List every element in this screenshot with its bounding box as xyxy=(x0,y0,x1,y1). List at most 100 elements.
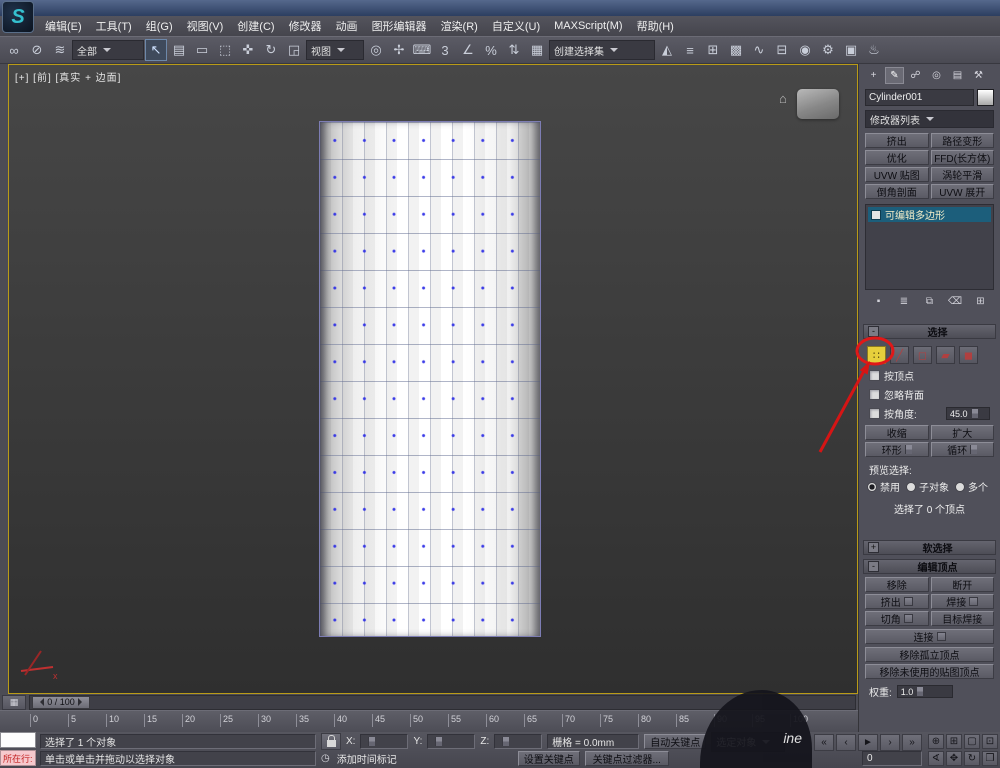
named-selection-set-dropdown[interactable]: 创建选择集 xyxy=(549,40,655,60)
snap-3d-icon[interactable]: 3 xyxy=(434,39,456,61)
pan-icon[interactable]: ✥ xyxy=(946,751,962,766)
menu-item[interactable]: 组(G) xyxy=(139,16,180,36)
remove-isolated-vertices-button[interactable]: 移除孤立顶点 xyxy=(865,647,994,662)
preview-multiple-radio[interactable]: 多个 xyxy=(955,479,988,494)
select-object-icon[interactable]: ↖ xyxy=(145,39,167,61)
x-coordinate-field[interactable] xyxy=(360,734,409,749)
select-and-manipulate-icon[interactable]: ✢ xyxy=(388,39,410,61)
menu-item[interactable]: 工具(T) xyxy=(89,16,139,36)
select-and-rotate-icon[interactable]: ↻ xyxy=(260,39,282,61)
weld-button[interactable]: 焊接 xyxy=(930,594,994,609)
border-subobject-icon[interactable]: ◻ xyxy=(913,346,932,364)
schematic-view-icon[interactable]: ⊟ xyxy=(771,39,793,61)
use-pivot-center-icon[interactable]: ◎ xyxy=(365,39,387,61)
selection-rollout-header[interactable]: - 选择 xyxy=(863,324,996,339)
ignore-backfacing-checkbox[interactable] xyxy=(869,389,880,400)
element-subobject-icon[interactable]: ◼ xyxy=(959,346,978,364)
stack-visibility-icon[interactable] xyxy=(871,209,881,220)
collapse-icon[interactable]: - xyxy=(868,561,879,572)
mirror-icon[interactable]: ◭ xyxy=(656,39,678,61)
motion-tab[interactable]: ◎ xyxy=(927,67,946,84)
selection-lock-toggle[interactable] xyxy=(321,733,341,750)
select-and-move-icon[interactable]: ✜ xyxy=(237,39,259,61)
app-logo-icon[interactable]: S xyxy=(2,1,34,33)
reference-coordinate-dropdown[interactable]: 视图 xyxy=(306,40,364,60)
chamfer-button[interactable]: 切角 xyxy=(865,611,929,626)
remove-button[interactable]: 移除 xyxy=(865,577,929,592)
uvw-unwrap-button[interactable]: UVW 展开 xyxy=(930,184,994,199)
zoom-extents-icon[interactable]: ▢ xyxy=(964,734,980,749)
maximize-viewport-icon[interactable]: ❒ xyxy=(982,751,998,766)
key-filters-button[interactable]: 关键点过滤器... xyxy=(584,751,669,766)
orbit-icon[interactable]: ↻ xyxy=(964,751,980,766)
keyboard-override-icon[interactable]: ⌨ xyxy=(411,39,433,61)
expand-icon[interactable]: + xyxy=(868,542,879,553)
edit-vertices-rollout-header[interactable]: - 编辑顶点 xyxy=(863,559,996,574)
stack-item-editable-poly[interactable]: 可编辑多边形 xyxy=(868,207,991,222)
current-frame-field[interactable]: 0 xyxy=(862,751,922,766)
menu-item[interactable]: 编辑(E) xyxy=(38,16,89,36)
unlink-selection-icon[interactable]: ⊘ xyxy=(26,39,48,61)
zoom-region-icon[interactable]: ⊡ xyxy=(982,734,998,749)
preview-disable-radio[interactable]: 禁用 xyxy=(867,479,900,494)
shrink-button[interactable]: 收缩 xyxy=(865,425,929,440)
listener-line[interactable] xyxy=(0,732,36,748)
grow-button[interactable]: 扩大 xyxy=(930,425,994,440)
set-key-button[interactable]: 设置关键点 xyxy=(517,751,580,766)
add-time-tag[interactable]: 添加时间标记 xyxy=(337,751,397,766)
weight-spinner[interactable]: 1.0 xyxy=(896,685,953,698)
menu-item[interactable]: 自定义(U) xyxy=(485,16,547,36)
angle-snap-icon[interactable]: ∠ xyxy=(457,39,479,61)
window-crossing-icon[interactable]: ⬚ xyxy=(214,39,236,61)
turbosmooth-button[interactable]: 涡轮平滑 xyxy=(930,167,994,182)
vertex-subobject-icon[interactable]: ∷ xyxy=(867,346,886,364)
menu-item[interactable]: 渲染(R) xyxy=(434,16,485,36)
auto-key-button[interactable]: 自动关键点 xyxy=(644,734,707,749)
optimize-button[interactable]: 优化 xyxy=(865,150,929,165)
rectangular-region-icon[interactable]: ▭ xyxy=(191,39,213,61)
graphite-ribbon-icon[interactable]: ▩ xyxy=(725,39,747,61)
loop-button[interactable]: 循环 xyxy=(930,442,994,457)
soft-selection-rollout-header[interactable]: + 软选择 xyxy=(863,540,996,555)
rendered-frame-icon[interactable]: ▣ xyxy=(840,39,862,61)
collapse-icon[interactable]: - xyxy=(868,326,879,337)
select-by-name-icon[interactable]: ▤ xyxy=(168,39,190,61)
menu-item[interactable]: 帮助(H) xyxy=(630,16,681,36)
material-editor-icon[interactable]: ◉ xyxy=(794,39,816,61)
menu-item[interactable]: 视图(V) xyxy=(180,16,231,36)
extrude-modifier-button[interactable]: 挤出 xyxy=(865,133,929,148)
pin-stack-icon[interactable]: ▪ xyxy=(871,295,886,308)
curve-editor-icon[interactable]: ∿ xyxy=(748,39,770,61)
hierarchy-tab[interactable]: ☍ xyxy=(906,67,925,84)
menu-item[interactable]: MAXScript(M) xyxy=(547,18,629,34)
by-angle-checkbox[interactable] xyxy=(869,408,880,419)
go-to-start-icon[interactable]: « xyxy=(814,734,834,751)
menu-item[interactable]: 图形编辑器 xyxy=(365,16,434,36)
polygon-subobject-icon[interactable]: ▰ xyxy=(936,346,955,364)
go-to-end-icon[interactable]: » xyxy=(902,734,922,751)
edge-subobject-icon[interactable]: ╱ xyxy=(890,346,909,364)
angle-spinner[interactable]: 45.0 xyxy=(946,407,990,420)
percent-snap-icon[interactable]: % xyxy=(480,39,502,61)
modify-tab[interactable]: ✎ xyxy=(885,67,904,84)
listener-prompt[interactable]: 所在行: xyxy=(0,750,36,766)
ffd-box-button[interactable]: FFD(长方体) xyxy=(930,150,994,165)
by-vertex-checkbox[interactable] xyxy=(869,370,880,381)
show-end-result-icon[interactable]: ≣ xyxy=(897,295,912,308)
extrude-button[interactable]: 挤出 xyxy=(865,594,929,609)
remove-modifier-icon[interactable]: ⌫ xyxy=(948,295,963,308)
previous-frame-icon[interactable]: ‹ xyxy=(836,734,856,751)
remove-unused-map-verts-button[interactable]: 移除未使用的贴图顶点 xyxy=(865,664,994,679)
modifier-list-dropdown[interactable]: 修改器列表 xyxy=(865,110,994,128)
viewcube-home-icon[interactable]: ⌂ xyxy=(779,91,787,106)
maxscript-mini-listener[interactable]: 所在行: xyxy=(0,732,36,768)
modifier-stack[interactable]: 可编辑多边形 xyxy=(865,204,994,290)
uvw-map-button[interactable]: UVW 贴图 xyxy=(865,167,929,182)
preview-subobject-radio[interactable]: 子对象 xyxy=(906,479,949,494)
render-setup-icon[interactable]: ⚙ xyxy=(817,39,839,61)
spinner-snap-icon[interactable]: ⇅ xyxy=(503,39,525,61)
menu-item[interactable]: 动画 xyxy=(329,16,365,36)
layer-manager-icon[interactable]: ⊞ xyxy=(702,39,724,61)
menu-item[interactable]: 创建(C) xyxy=(230,16,281,36)
viewcube[interactable]: ⌂ xyxy=(779,89,839,125)
